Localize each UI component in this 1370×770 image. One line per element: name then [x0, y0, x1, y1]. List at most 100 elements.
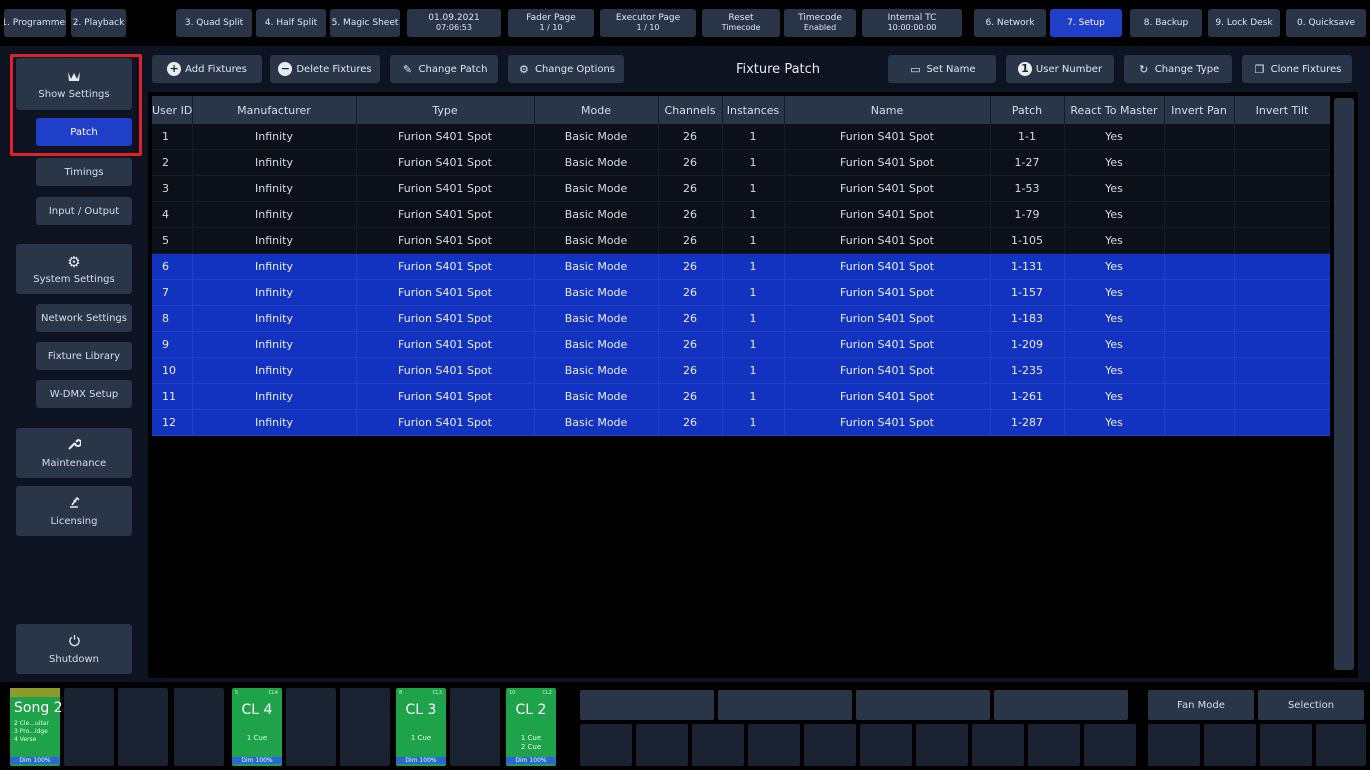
user-number-button[interactable]: 1 User Number — [1006, 55, 1114, 83]
playback-empty[interactable] — [118, 688, 168, 766]
sidebar-item-input-output[interactable]: Input / Output — [36, 197, 132, 225]
executor-pad[interactable] — [1316, 724, 1366, 766]
cell-name[interactable]: Furion S401 Spot — [784, 305, 991, 332]
cell-mode[interactable]: Basic Mode — [534, 357, 659, 384]
cell-channels[interactable]: 26 — [658, 357, 723, 384]
playback-cl3[interactable]: 8 CL3 CL 3 1 Cue Dim 100% — [396, 688, 446, 766]
tab-programmer[interactable]: 1. Programmer — [4, 9, 66, 37]
cell-instances[interactable]: 1 — [722, 409, 785, 436]
shutdown-button[interactable]: Shutdown — [16, 624, 132, 674]
playback-empty[interactable] — [174, 688, 224, 766]
cell-mode[interactable]: Basic Mode — [534, 279, 659, 306]
executor-pad[interactable] — [692, 724, 744, 766]
cell-name[interactable]: Furion S401 Spot — [784, 357, 991, 384]
cell-instances[interactable]: 1 — [722, 201, 785, 228]
cell-name[interactable]: Furion S401 Spot — [784, 227, 991, 254]
sidebar-item-maintenance[interactable]: Maintenance — [16, 428, 132, 478]
table-row[interactable]: 4 Infinity Furion S401 Spot Basic Mode 26 1 Fu… — [152, 201, 1330, 228]
cell-pan[interactable] — [1164, 149, 1235, 176]
cell-patch[interactable]: 1-209 — [990, 331, 1065, 358]
cell-tilt[interactable] — [1234, 253, 1330, 280]
column-header[interactable]: Invert Pan — [1164, 96, 1235, 124]
cell-manufacturer[interactable]: Infinity — [192, 227, 357, 254]
cell-type[interactable]: Furion S401 Spot — [356, 357, 535, 384]
cell-patch[interactable]: 1-79 — [990, 201, 1065, 228]
cell-tilt[interactable] — [1234, 409, 1330, 436]
cell-pan[interactable] — [1164, 331, 1235, 358]
executor-pad[interactable] — [636, 724, 688, 766]
cell-id[interactable]: 11 — [152, 383, 193, 410]
table-row[interactable]: 8 Infinity Furion S401 Spot Basic Mode 26 1 Fu… — [152, 305, 1330, 332]
cell-id[interactable]: 8 — [152, 305, 193, 332]
cell-type[interactable]: Furion S401 Spot — [356, 331, 535, 358]
cell-type[interactable]: Furion S401 Spot — [356, 409, 535, 436]
change-patch-button[interactable]: ✎ Change Patch — [390, 55, 498, 83]
cell-instances[interactable]: 1 — [722, 149, 785, 176]
cell-pan[interactable] — [1164, 305, 1235, 332]
cell-channels[interactable]: 26 — [658, 253, 723, 280]
cell-mode[interactable]: Basic Mode — [534, 124, 659, 150]
cell-name[interactable]: Furion S401 Spot — [784, 253, 991, 280]
cell-patch[interactable]: 1-235 — [990, 357, 1065, 384]
cell-patch[interactable]: 1-131 — [990, 253, 1065, 280]
cell-tilt[interactable] — [1234, 149, 1330, 176]
set-name-button[interactable]: ▭ Set Name — [888, 55, 996, 83]
sidebar-item-fixture-library[interactable]: Fixture Library — [36, 342, 132, 370]
executor-pad[interactable] — [580, 724, 632, 766]
tab-quad-split[interactable]: 3. Quad Split — [176, 9, 252, 37]
cell-mode[interactable]: Basic Mode — [534, 149, 659, 176]
table-row[interactable]: 5 Infinity Furion S401 Spot Basic Mode 26 1 Fu… — [152, 227, 1330, 254]
cell-name[interactable]: Furion S401 Spot — [784, 383, 991, 410]
executor-pad[interactable] — [1084, 724, 1136, 766]
cell-pan[interactable] — [1164, 409, 1235, 436]
cell-type[interactable]: Furion S401 Spot — [356, 175, 535, 202]
cell-tilt[interactable] — [1234, 305, 1330, 332]
column-header[interactable]: Manufacturer — [192, 96, 357, 124]
cell-instances[interactable]: 1 — [722, 175, 785, 202]
column-header[interactable]: Type — [356, 96, 535, 124]
cell-manufacturer[interactable]: Infinity — [192, 305, 357, 332]
column-header[interactable]: Channels — [658, 96, 723, 124]
cell-id[interactable]: 9 — [152, 331, 193, 358]
cell-type[interactable]: Furion S401 Spot — [356, 227, 535, 254]
executor-pad[interactable] — [1028, 724, 1080, 766]
column-header[interactable]: Invert Tilt — [1234, 96, 1330, 124]
cell-channels[interactable]: 26 — [658, 409, 723, 436]
cell-pan[interactable] — [1164, 124, 1235, 150]
cell-patch[interactable]: 1-261 — [990, 383, 1065, 410]
cell-mode[interactable]: Basic Mode — [534, 201, 659, 228]
add-fixtures-button[interactable]: + Add Fixtures — [152, 55, 262, 83]
cell-pan[interactable] — [1164, 383, 1235, 410]
table-row[interactable]: 11 Infinity Furion S401 Spot Basic Mode 26 1 F… — [152, 383, 1330, 410]
cell-pan[interactable] — [1164, 227, 1235, 254]
change-options-button[interactable]: ⚙ Change Options — [508, 55, 624, 83]
cell-manufacturer[interactable]: Infinity — [192, 409, 357, 436]
cell-patch[interactable]: 1-183 — [990, 305, 1065, 332]
cell-react[interactable]: Yes — [1064, 279, 1165, 306]
cell-mode[interactable]: Basic Mode — [534, 331, 659, 358]
column-header[interactable]: Mode — [534, 96, 659, 124]
cell-channels[interactable]: 26 — [658, 305, 723, 332]
selection-button[interactable]: Selection — [1258, 690, 1364, 720]
column-header[interactable]: Instances — [722, 96, 785, 124]
cell-tilt[interactable] — [1234, 175, 1330, 202]
cell-channels[interactable]: 26 — [658, 175, 723, 202]
cell-react[interactable]: Yes — [1064, 305, 1165, 332]
cell-id[interactable]: 6 — [152, 253, 193, 280]
tab-network[interactable]: 6. Network — [974, 9, 1046, 37]
cell-react[interactable]: Yes — [1064, 331, 1165, 358]
cell-id[interactable]: 3 — [152, 175, 193, 202]
cell-instances[interactable]: 1 — [722, 383, 785, 410]
cell-name[interactable]: Furion S401 Spot — [784, 124, 991, 150]
cell-name[interactable]: Furion S401 Spot — [784, 149, 991, 176]
column-header[interactable]: Patch — [990, 96, 1065, 124]
table-row[interactable]: 2 Infinity Furion S401 Spot Basic Mode 26 1 Fu… — [152, 149, 1330, 176]
tab-lock-desk[interactable]: 9. Lock Desk — [1208, 9, 1280, 37]
cell-mode[interactable]: Basic Mode — [534, 175, 659, 202]
playback-empty[interactable] — [64, 688, 114, 766]
table-row[interactable]: 12 Infinity Furion S401 Spot Basic Mode 26 1 F… — [152, 409, 1330, 436]
cell-type[interactable]: Furion S401 Spot — [356, 305, 535, 332]
clone-fixtures-button[interactable]: ❐ Clone Fixtures — [1242, 55, 1352, 83]
sidebar-item-licensing[interactable]: Licensing — [16, 486, 132, 536]
change-type-button[interactable]: ↻ Change Type — [1124, 55, 1232, 83]
